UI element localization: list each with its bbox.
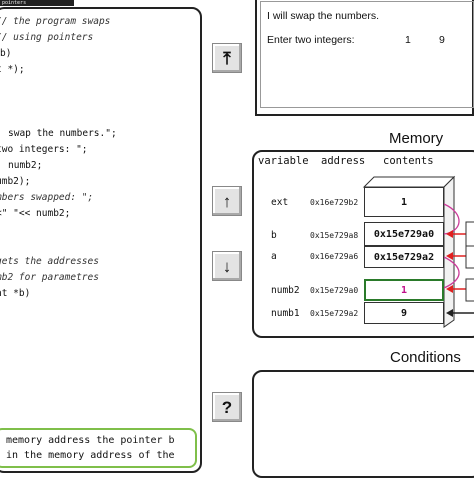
memory-row-address: 0x15e729a2 [310,309,359,318]
side-box [465,221,474,247]
side-box [465,278,474,302]
memory-row-address: 0x15e729a8 [310,231,359,240]
memory-row-address: 0x15e729a0 [310,286,359,295]
memory-cell-highlighted: 1 [364,279,444,301]
memory-row-name: numb2 [271,285,300,296]
memory-row-name: b [271,230,277,241]
memory-cell: 0x15e729a2 [364,246,444,268]
memory-cell: 1 [364,187,444,217]
conditions-title: Conditions [390,349,461,366]
memory-row-address: 0x16e729b2 [310,198,359,207]
memory-row-name: numb1 [271,308,300,319]
memory-row-address: 0x16e729a6 [310,252,359,261]
memory-row-name: a [271,251,277,262]
side-box [465,245,474,269]
memory-stack-top [362,176,456,188]
memory-cell: 9 [364,302,444,324]
conditions-panel [252,370,474,478]
memory-row-name: ext [271,197,289,208]
memory-cell: 0x15e729a0 [364,222,444,246]
memory-stack-side [443,175,455,328]
